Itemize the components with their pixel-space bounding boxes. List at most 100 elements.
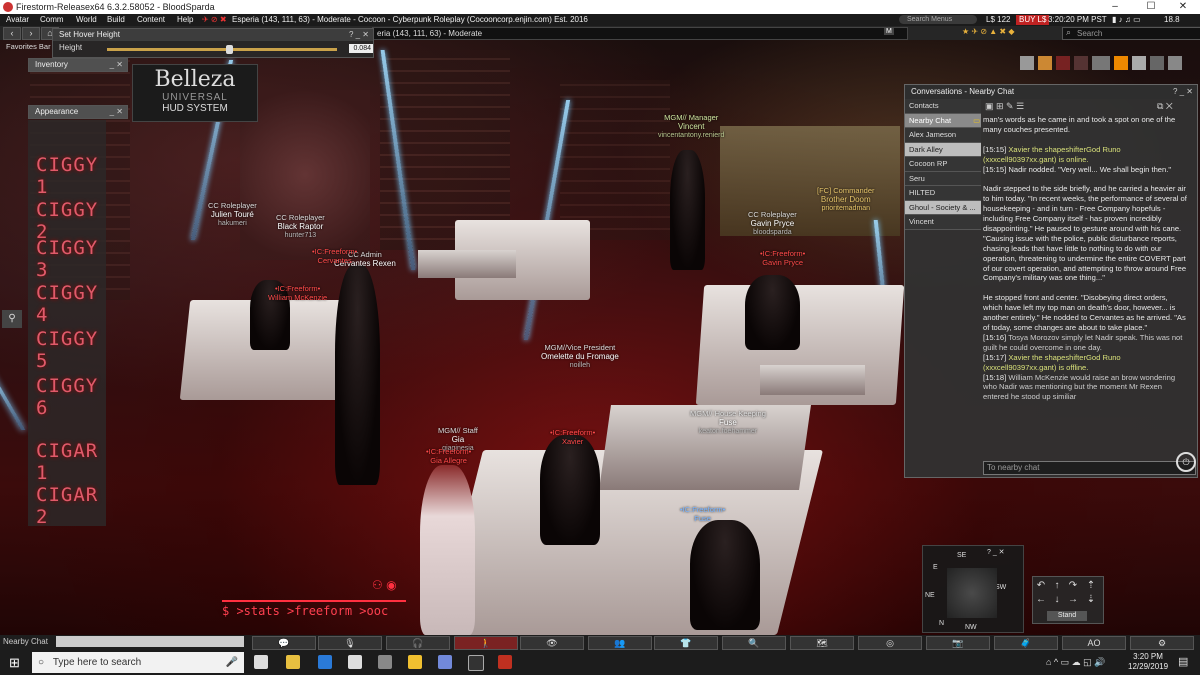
discord-icon[interactable] xyxy=(438,655,452,669)
walk-button[interactable]: 🚶 xyxy=(454,636,518,650)
ciggy-3-button[interactable]: CIGGY 3 xyxy=(36,237,106,281)
avatar[interactable] xyxy=(420,465,475,635)
nearby-chat-button[interactable]: Nearby Chat xyxy=(3,636,48,648)
ciggy-1-button[interactable]: CIGGY 1 xyxy=(36,154,106,198)
floater-controls[interactable]: ? _ ✕ xyxy=(1173,85,1193,99)
minimap[interactable]: SE E NE N NW SW ? _ ✕ xyxy=(922,545,1024,633)
nametag[interactable]: CC Roleplayer Julien Touré hakumeri xyxy=(208,201,257,228)
tab-hilted[interactable]: HILTED xyxy=(905,186,981,201)
floater-controls[interactable]: ? _ ✕ xyxy=(349,29,369,41)
system-tray-icons[interactable]: ⌂ ^ ▭ ☁ ◱ 🔊 xyxy=(1046,657,1105,668)
tab-seru[interactable]: Seru xyxy=(905,171,981,186)
forward-button[interactable]: › xyxy=(22,27,40,40)
hud-icon[interactable] xyxy=(1056,56,1070,70)
microphone-icon[interactable]: 🎤 xyxy=(226,652,238,673)
chat-toolbar-icons[interactable]: ▣ ⊞ ✎ ☰ xyxy=(985,101,1024,112)
tab-nearby-chat[interactable]: Nearby Chat ▭ xyxy=(905,113,981,128)
tab-dark-alley[interactable]: Dark Alley xyxy=(905,142,981,157)
nametag[interactable]: MGM// House Keeping Fuse keaton.foehamme… xyxy=(690,409,766,436)
coffee-table[interactable] xyxy=(418,250,516,278)
close-window-button[interactable]: ✕ xyxy=(1166,0,1200,14)
height-value-input[interactable]: 0.084 xyxy=(349,44,373,53)
ciggy-4-button[interactable]: CIGGY 4 xyxy=(36,282,106,326)
map-button[interactable]: 🗺 xyxy=(790,636,854,650)
back-button[interactable]: ‹ xyxy=(3,27,21,40)
people-button[interactable]: 👥 xyxy=(588,636,652,650)
view-button[interactable]: 👁 xyxy=(520,636,584,650)
appearance-floater[interactable]: Appearance _ ✕ xyxy=(28,105,128,119)
hud-icon[interactable] xyxy=(1114,56,1128,70)
cigar-2-button[interactable]: CIGAR 2 xyxy=(36,484,106,528)
minimap-terrain[interactable] xyxy=(947,568,997,618)
inventory-floater[interactable]: Inventory _ ✕ xyxy=(28,58,128,72)
fly-down-icon[interactable]: ⇣ xyxy=(1085,595,1097,605)
strafe-right-icon[interactable]: → xyxy=(1067,595,1079,605)
map-pin-icon[interactable]: ⚲ xyxy=(2,310,22,328)
conversations-header[interactable]: Conversations - Nearby Chat ? _ ✕ xyxy=(905,85,1197,99)
menu-content[interactable]: Content xyxy=(137,14,165,26)
store-icon[interactable] xyxy=(348,655,362,669)
avatar[interactable] xyxy=(670,150,705,270)
tab-vincent[interactable]: Vincent xyxy=(905,215,981,230)
ciggy-6-button[interactable]: CIGGY 6 xyxy=(36,375,106,419)
taskbar-search-input[interactable]: ○ Type here to search 🎤 xyxy=(32,652,244,673)
taskbar-clock[interactable]: 3:20 PM 12/29/2019 xyxy=(1128,652,1168,672)
hud-icon[interactable] xyxy=(1074,56,1088,70)
notifications-icon[interactable]: ▤ xyxy=(1178,655,1188,668)
stand-button[interactable]: Stand xyxy=(1047,611,1087,621)
turn-left-icon[interactable]: ↶ xyxy=(1035,581,1047,591)
tab-contacts[interactable]: Contacts xyxy=(905,99,981,114)
forward-arrow-icon[interactable]: ↑ xyxy=(1051,581,1063,591)
search-input[interactable]: Search xyxy=(1062,27,1200,40)
search-menus-input[interactable]: Search Menus xyxy=(899,15,977,24)
chat-button[interactable]: 💬 xyxy=(252,636,316,650)
chat-history[interactable]: man's words as he came in and took a spo… xyxy=(983,115,1189,459)
voice-button[interactable]: 🎙 xyxy=(318,636,382,650)
coffee-table[interactable] xyxy=(760,365,865,395)
strafe-left-icon[interactable]: ← xyxy=(1035,595,1047,605)
cigar-1-button[interactable]: CIGAR 1 xyxy=(36,440,106,484)
hover-height-header[interactable]: Set Hover Height ? _ ✕ xyxy=(53,29,373,41)
ao-button[interactable]: AO xyxy=(1062,636,1126,650)
windows-start-icon[interactable]: ⊞ xyxy=(9,655,20,671)
back-arrow-icon[interactable]: ↓ xyxy=(1051,595,1063,605)
steam-icon[interactable] xyxy=(468,655,484,671)
nametag[interactable]: [FC] Commander Brother Doom prioritemadm… xyxy=(817,186,875,213)
location-readout[interactable]: Esperia (143, 111, 63) - Moderate - Coco… xyxy=(232,14,588,26)
avatar[interactable] xyxy=(690,520,760,630)
task-view-icon[interactable] xyxy=(254,655,268,669)
hud-icon[interactable] xyxy=(1092,56,1110,70)
menu-build[interactable]: Build xyxy=(107,14,125,26)
menu-avatar[interactable]: Avatar xyxy=(6,14,29,26)
mail-icon[interactable] xyxy=(378,655,392,669)
floater-controls[interactable]: ? _ ✕ xyxy=(987,548,1005,556)
hud-icon[interactable] xyxy=(1168,56,1182,70)
menu-comm[interactable]: Comm xyxy=(40,14,64,26)
floater-controls[interactable]: _ ✕ xyxy=(110,59,123,71)
avatar[interactable] xyxy=(540,435,600,545)
sticky-notes-icon[interactable] xyxy=(408,655,422,669)
status-icons[interactable]: ▮ ♪ ♫ ▭ xyxy=(1112,14,1141,26)
hud-icon[interactable] xyxy=(1150,56,1164,70)
radar-button[interactable]: ◎ xyxy=(858,636,922,650)
chat-popout-icons[interactable]: ⧉ ✕ xyxy=(1157,101,1173,112)
floater-controls[interactable]: _ ✕ xyxy=(110,106,123,118)
height-slider-track[interactable] xyxy=(107,48,337,51)
tab-cocoon-rp[interactable]: Cocoon RP xyxy=(905,157,981,172)
minimize-button[interactable]: – xyxy=(1098,0,1132,14)
nametag[interactable]: MGM//Vice President Omelette du Fromage … xyxy=(541,343,619,370)
avatar-icon[interactable] xyxy=(1020,56,1034,70)
ciggy-5-button[interactable]: CIGGY 5 xyxy=(36,328,106,372)
menu-help[interactable]: Help xyxy=(177,14,193,26)
parcel-flags-icon[interactable]: ✈ ⊘ ✖ xyxy=(202,14,227,26)
search-button[interactable]: 🔍 xyxy=(722,636,786,650)
power-icon[interactable]: ⏻ xyxy=(1176,452,1196,472)
buy-linden-button[interactable]: BUY L$ xyxy=(1016,15,1050,25)
height-slider-knob[interactable] xyxy=(225,45,233,54)
parcel-icons[interactable]: ★ ✈ ⊘ ▲ ✖ ◆ xyxy=(962,27,1014,36)
belleza-hud-logo[interactable]: Belleza UNIVERSAL HUD SYSTEM xyxy=(132,64,258,122)
rp-command-bar[interactable]: $ >stats >freeform >ooc xyxy=(222,600,406,620)
nearby-chat-bar-input[interactable] xyxy=(56,636,244,647)
avatar[interactable] xyxy=(335,265,380,485)
tab-alex-jameson[interactable]: Alex Jameson xyxy=(905,128,981,143)
